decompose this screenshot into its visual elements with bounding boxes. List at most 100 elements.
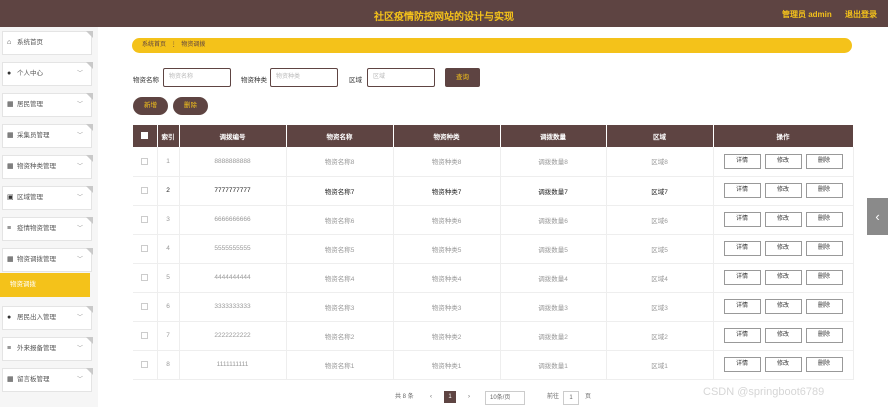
row-checkbox[interactable]: [141, 273, 149, 281]
table-row[interactable]: 7 2222222222 物资名称2 物资种类2 调拨数量2 区域2 详情 修改 删除: [133, 321, 854, 351]
detail-button[interactable]: 详情: [723, 183, 761, 198]
select-all-checkbox[interactable]: [141, 132, 149, 140]
sidebar-item-label: 系统首页: [17, 39, 43, 46]
row-select-cell[interactable]: [133, 205, 158, 235]
pager-next-button[interactable]: ›: [463, 391, 475, 403]
table-row[interactable]: 1 8888888888 物资名称8 物资种类8 调拨数量8 区域8 详情 修改 删除: [133, 147, 854, 177]
edit-button[interactable]: 修改: [764, 299, 802, 314]
edit-button[interactable]: 修改: [764, 270, 802, 285]
detail-button[interactable]: 详情: [723, 328, 761, 343]
row-checkbox[interactable]: [141, 215, 149, 223]
pager-prev-button[interactable]: ‹: [425, 391, 437, 403]
breadcrumb-home[interactable]: 系统首页: [142, 42, 166, 48]
edit-button[interactable]: 修改: [764, 183, 802, 198]
row-select-cell[interactable]: [133, 234, 158, 264]
edit-button[interactable]: 修改: [764, 241, 802, 256]
edit-button[interactable]: 修改: [764, 153, 802, 169]
edit-button[interactable]: 修改: [764, 212, 802, 227]
row-checkbox[interactable]: [141, 157, 149, 165]
sidebar-item-0[interactable]: ⌂ 系统首页: [2, 31, 93, 55]
type-input[interactable]: 物资种类: [270, 68, 338, 87]
cell-name: 物资名称5: [286, 234, 394, 264]
chevron-down-icon: ﹀: [76, 102, 83, 108]
delete-button[interactable]: 删除: [805, 153, 843, 169]
sidebar-item-6[interactable]: ≡ 疫情物资管理 ﹀: [2, 217, 93, 241]
add-button[interactable]: 新增: [133, 97, 168, 115]
detail-button[interactable]: 详情: [723, 212, 761, 227]
batch-delete-button[interactable]: 删除: [173, 97, 208, 115]
chevron-down-icon: ﹀: [76, 71, 83, 77]
pager-page-1[interactable]: 1: [444, 391, 456, 403]
sidebar-subitem-active[interactable]: 物资调拨: [0, 273, 90, 297]
sidebar-item-label: 采集员管理: [17, 132, 50, 139]
row-select-cell[interactable]: [133, 176, 158, 206]
sidebar-item-9[interactable]: ≡ 外来报备管理 ﹀: [2, 337, 93, 361]
delete-button[interactable]: 删除: [805, 212, 843, 227]
edit-button[interactable]: 修改: [764, 328, 802, 343]
sidebar-item-label: 个人中心: [17, 70, 43, 77]
row-select-cell[interactable]: [133, 321, 158, 351]
delete-button[interactable]: 删除: [805, 241, 843, 256]
pager-size-select[interactable]: 10条/页: [485, 391, 525, 405]
cell-name: 物资名称8: [286, 147, 394, 177]
delete-button[interactable]: 删除: [805, 299, 843, 314]
sidebar-item-7[interactable]: ▦ 物资调拨管理 ﹀: [2, 248, 93, 272]
detail-button[interactable]: 详情: [723, 153, 761, 169]
delete-button[interactable]: 删除: [805, 328, 843, 343]
row-select-cell[interactable]: [133, 350, 158, 380]
logout-link[interactable]: 退出登录: [845, 9, 877, 20]
detail-button[interactable]: 详情: [723, 357, 761, 372]
cell-area: 区域7: [606, 176, 714, 206]
grid-icon: ▦: [7, 101, 14, 108]
table-row[interactable]: 8 1111111111 物资名称1 物资种类1 调拨数量1 区域1 详情 修改 删除: [133, 350, 854, 380]
row-checkbox[interactable]: [141, 186, 149, 194]
cell-area: 区域8: [606, 147, 714, 177]
row-checkbox[interactable]: [141, 244, 149, 252]
sidebar-item-3[interactable]: ▦ 采集员管理 ﹀: [2, 124, 93, 148]
sidebar-item-8[interactable]: ● 居民出入管理 ﹀: [2, 306, 93, 330]
sidebar-item-5[interactable]: ▣ 区域管理 ﹀: [2, 186, 93, 210]
sidebar-item-4[interactable]: ▦ 物资种类管理 ﹀: [2, 155, 93, 179]
sidebar-item-2[interactable]: ▦ 居民管理 ﹀: [2, 93, 93, 117]
corner-fold-icon: [86, 31, 93, 38]
delete-button[interactable]: 删除: [805, 183, 843, 198]
sidebar-item-1[interactable]: ● 个人中心 ﹀: [2, 62, 93, 86]
table-row[interactable]: 2 7777777777 物资名称7 物资种类7 调拨数量7 区域7 详情 修改 删除: [133, 176, 854, 206]
cell-index: 6: [157, 292, 180, 322]
table-row[interactable]: 5 4444444444 物资名称4 物资种类4 调拨数量4 区域4 详情 修改 删除: [133, 263, 854, 293]
row-checkbox[interactable]: [141, 302, 149, 310]
edit-button[interactable]: 修改: [764, 357, 802, 372]
collapse-tab[interactable]: ‹: [867, 198, 888, 235]
row-select-cell[interactable]: [133, 147, 158, 177]
cell-actions: 详情 修改 删除: [713, 321, 854, 351]
cell-area: 区域1: [606, 350, 714, 380]
chevron-down-icon: ﹀: [76, 195, 83, 201]
user-icon: ●: [7, 314, 12, 321]
corner-fold-icon: [86, 306, 93, 313]
table-row[interactable]: 3 6666666666 物资名称6 物资种类6 调拨数量6 区域6 详情 修改 删除: [133, 205, 854, 235]
row-select-cell[interactable]: [133, 263, 158, 293]
delete-button[interactable]: 删除: [805, 357, 843, 372]
search-button[interactable]: 查询: [445, 68, 480, 87]
name-label: 物资名称: [133, 77, 159, 84]
detail-button[interactable]: 详情: [723, 241, 761, 256]
cell-code: 2222222222: [179, 321, 287, 351]
detail-button[interactable]: 详情: [723, 270, 761, 285]
select-all-cell[interactable]: [133, 125, 158, 147]
corner-fold-icon: [86, 186, 93, 193]
cell-index: 2: [157, 176, 180, 206]
row-select-cell[interactable]: [133, 292, 158, 322]
row-checkbox[interactable]: [141, 331, 149, 339]
name-input[interactable]: 物资名称: [163, 68, 231, 87]
pager-goto-input[interactable]: 1: [563, 391, 579, 405]
delete-button[interactable]: 删除: [805, 270, 843, 285]
area-input[interactable]: 区域: [367, 68, 435, 87]
sidebar-item-10[interactable]: ▦ 留言板管理 ﹀: [2, 368, 93, 392]
detail-button[interactable]: 详情: [723, 299, 761, 314]
table-row[interactable]: 6 3333333333 物资名称3 物资种类3 调拨数量3 区域3 详情 修改 删除: [133, 292, 854, 322]
sidebar-item-label: 物资调拨管理: [17, 256, 56, 263]
table-row[interactable]: 4 5555555555 物资名称5 物资种类5 调拨数量5 区域5 详情 修改 删除: [133, 234, 854, 264]
row-checkbox[interactable]: [141, 360, 149, 368]
cell-qty: 调拨数量6: [500, 205, 607, 235]
corner-fold-icon: [86, 368, 93, 375]
